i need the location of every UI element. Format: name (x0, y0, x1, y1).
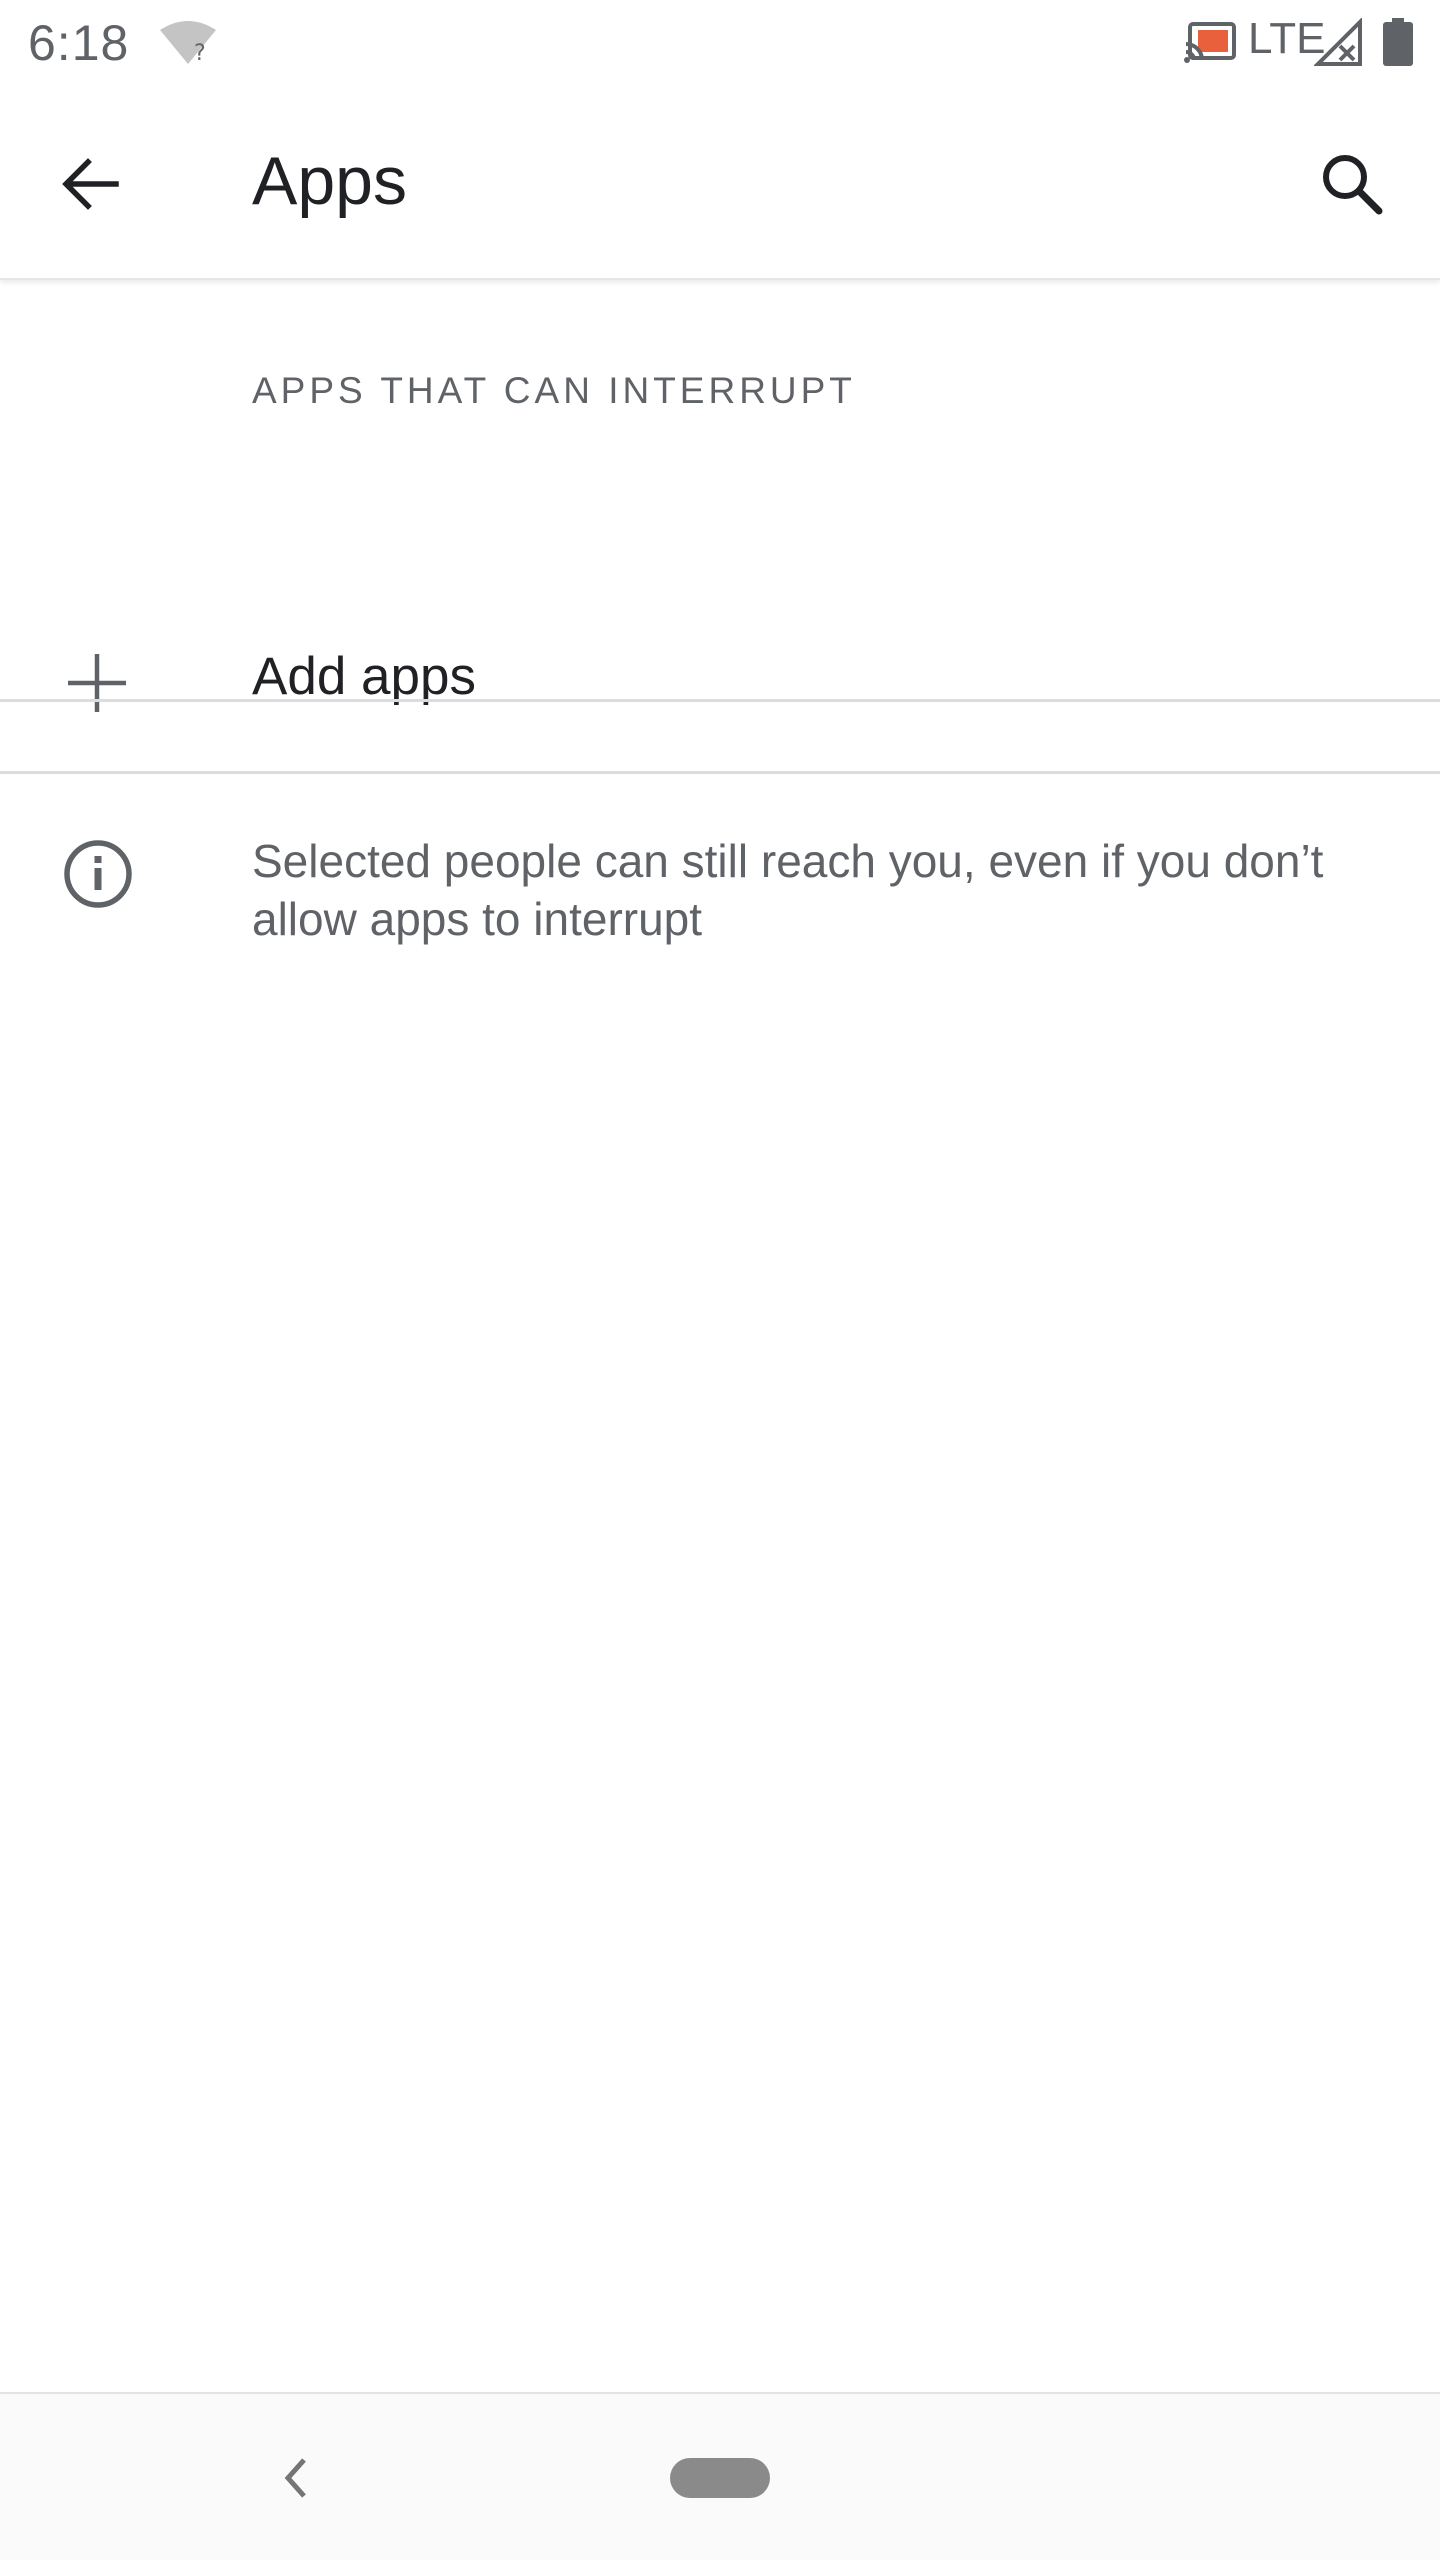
wifi-unknown-icon: ? (160, 21, 216, 66)
screen: 6:18 ? LTE Apps APPS THAT CAN INTERRUPT … (0, 0, 1440, 2560)
app-bar: Apps (0, 84, 1440, 280)
arrow-back-icon (62, 158, 119, 210)
chevron-left-icon[interactable] (270, 2448, 320, 2508)
add-apps-button[interactable]: Add apps (0, 610, 1440, 712)
plus-icon (68, 654, 126, 712)
signal-icon (1314, 18, 1362, 66)
home-pill-icon[interactable] (670, 2458, 770, 2498)
page-title: Apps (252, 143, 407, 219)
status-time: 6:18 (28, 15, 130, 71)
divider (0, 771, 1440, 774)
search-button[interactable] (1312, 144, 1392, 224)
divider (0, 699, 1440, 702)
battery-icon (1383, 18, 1413, 66)
status-bar: 6:18 ? LTE (0, 0, 1440, 84)
add-apps-label: Add apps (252, 647, 476, 706)
back-button[interactable] (50, 144, 130, 224)
svg-text:?: ? (194, 41, 206, 66)
cast-icon (1184, 22, 1236, 63)
search-icon (1323, 155, 1383, 215)
navigation-bar (0, 2392, 1440, 2560)
info-icon (64, 840, 132, 908)
section-header: APPS THAT CAN INTERRUPT (252, 370, 856, 411)
info-text: Selected people can still reach you, eve… (252, 835, 1324, 945)
